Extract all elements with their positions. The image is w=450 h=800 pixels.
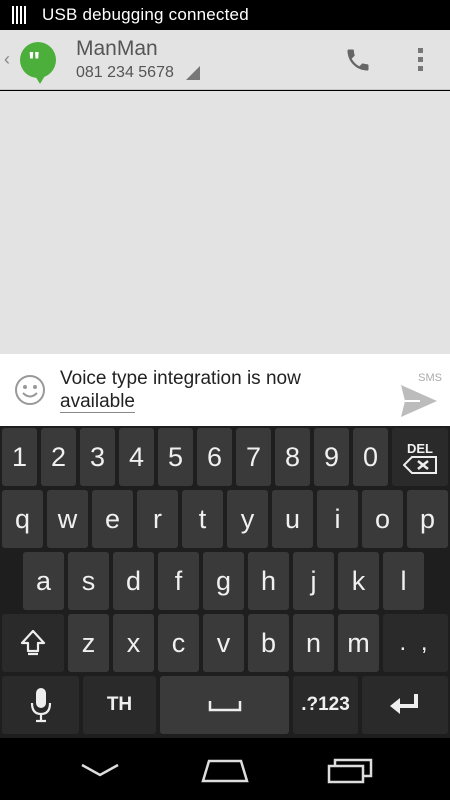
contact-name: ManMan [76,37,158,60]
key-s[interactable]: s [68,552,109,610]
key-q[interactable]: q [2,490,43,548]
keyboard-row-bottom: TH .?123 [0,676,450,738]
key-c[interactable]: c [158,614,199,672]
emoji-smiley-icon[interactable] [14,374,46,406]
key-l[interactable]: l [383,552,424,610]
delete-label: DEL [407,440,433,456]
keyboard-row-numbers: 1 2 3 4 5 6 7 8 9 0 DEL [0,428,450,490]
navigation-bar [0,738,450,800]
punctuation-key[interactable]: . , [383,614,448,672]
key-h[interactable]: h [248,552,289,610]
action-bar: ‹ " ManMan 081 234 5678 [0,30,450,90]
enter-icon [390,694,418,714]
key-w[interactable]: w [47,490,88,548]
key-t[interactable]: t [182,490,223,548]
key-x[interactable]: x [113,614,154,672]
nav-back-icon[interactable] [70,752,130,788]
compose-bar: Voice type integration is now available … [0,354,450,426]
usb-debug-icon [12,6,28,24]
space-key[interactable] [160,676,289,734]
key-d[interactable]: d [113,552,154,610]
key-0[interactable]: 0 [353,428,388,486]
send-icon [401,385,437,417]
key-1[interactable]: 1 [2,428,37,486]
shift-icon [20,629,46,656]
enter-key[interactable] [362,676,448,734]
microphone-key[interactable] [2,676,79,734]
key-8[interactable]: 8 [275,428,310,486]
key-7[interactable]: 7 [236,428,271,486]
key-e[interactable]: e [92,490,133,548]
key-j[interactable]: j [293,552,334,610]
soft-keyboard: 1 2 3 4 5 6 7 8 9 0 DEL q w e r t y u i … [0,426,450,738]
delete-key[interactable]: DEL [392,428,448,486]
key-z[interactable]: z [68,614,109,672]
key-4[interactable]: 4 [119,428,154,486]
conversation-area [0,91,450,354]
key-o[interactable]: o [362,490,403,548]
hangouts-logo-icon[interactable]: " [20,41,56,84]
key-5[interactable]: 5 [158,428,193,486]
key-m[interactable]: m [338,614,379,672]
microphone-icon [30,688,51,723]
contact-number-row[interactable]: 081 234 5678 [76,64,338,82]
key-6[interactable]: 6 [197,428,232,486]
nav-home-icon[interactable] [195,752,255,788]
shift-key[interactable] [2,614,64,672]
message-line-2: available [60,391,135,413]
key-n[interactable]: n [293,614,334,672]
status-text: USB debugging connected [42,5,249,24]
overflow-menu-icon[interactable] [408,40,432,80]
key-2[interactable]: 2 [41,428,76,486]
message-input[interactable]: Voice type integration is now available [60,367,390,413]
conversation-title[interactable]: ManMan 081 234 5678 [76,37,338,82]
key-v[interactable]: v [203,614,244,672]
send-button[interactable]: SMS [390,360,446,420]
language-key[interactable]: TH [83,676,156,734]
key-k[interactable]: k [338,552,379,610]
backspace-icon [403,455,437,474]
message-line-1: Voice type integration is now [60,368,301,389]
keyboard-row-zxcv: z x c v b n m . , [0,614,450,676]
key-i[interactable]: i [317,490,358,548]
space-bar-icon [208,701,241,712]
keyboard-row-asdf: a s d f g h j k l [0,552,450,614]
key-b[interactable]: b [248,614,289,672]
key-g[interactable]: g [203,552,244,610]
keyboard-row-qwerty: q w e r t y u i o p [0,490,450,552]
key-r[interactable]: r [137,490,178,548]
nav-recents-icon[interactable] [320,752,380,788]
dropdown-corner-icon [185,66,200,80]
key-u[interactable]: u [272,490,313,548]
key-y[interactable]: y [227,490,268,548]
key-f[interactable]: f [158,552,199,610]
key-p[interactable]: p [407,490,448,548]
symbols-key[interactable]: .?123 [293,676,358,734]
key-a[interactable]: a [23,552,64,610]
key-9[interactable]: 9 [314,428,349,486]
contact-number: 081 234 5678 [76,64,174,81]
chevron-left-icon[interactable]: ‹ [4,49,14,70]
sms-label: SMS [418,372,442,384]
status-bar: USB debugging connected [0,0,450,30]
phone-icon[interactable] [338,40,378,80]
key-3[interactable]: 3 [80,428,115,486]
